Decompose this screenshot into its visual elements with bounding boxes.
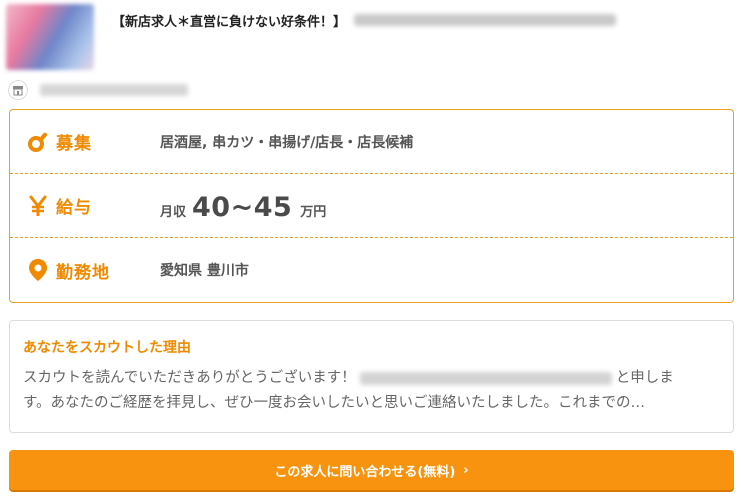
- chevron-right-icon: ›: [463, 462, 469, 478]
- salary-amount: 40~45: [192, 192, 293, 223]
- salary-row: 給与 月収 40~45 万円: [10, 174, 733, 238]
- shop-row: [8, 80, 188, 100]
- recruit-value: 居酒屋, 串カツ・串揚げ/店長・店長候補: [160, 134, 414, 151]
- job-title-redacted: [354, 14, 617, 26]
- scout-line-1-end: と申しま: [615, 370, 674, 386]
- inquire-button-label: この求人に問い合わせる(無料): [274, 464, 456, 480]
- scout-reason-card[interactable]: あなたをスカウトした理由 スカウトを読んでいただきありがとうございます！ と申し…: [9, 320, 734, 433]
- frying-pan-icon: [24, 128, 52, 156]
- shop-name-redacted: [40, 84, 188, 96]
- location-label: 勤務地: [56, 262, 110, 283]
- scout-line-2: す。あなたのご経歴を拝見し、ぜひ一度お会いしたいと思いご連絡いたしました。これま…: [23, 391, 720, 416]
- salary-prefix: 月収: [160, 205, 187, 220]
- map-pin-icon: [24, 256, 52, 284]
- salary-label: 給与: [56, 198, 92, 218]
- recruit-label: 募集: [56, 134, 92, 154]
- location-row: 勤務地 愛知県 豊川市: [10, 238, 733, 302]
- scout-reason-title: あなたをスカウトした理由: [23, 340, 191, 356]
- job-thumbnail-image[interactable]: [6, 4, 94, 70]
- scout-line-2-text: す。あなたのご経歴を拝見し、ぜひ一度お会いしたいと思いご連絡いたしました。これま…: [23, 395, 646, 411]
- salary-unit: 万円: [300, 205, 327, 220]
- salary-value: 月収 40~45 万円: [160, 192, 326, 223]
- yen-icon: [24, 192, 52, 220]
- scout-reason-text: スカウトを読んでいただきありがとうございます！ と申しま す。あなたのご経歴を拝…: [23, 366, 720, 416]
- location-value: 愛知県 豊川市: [160, 263, 249, 279]
- scout-line-1: スカウトを読んでいただきありがとうございます！ と申しま: [23, 366, 720, 391]
- job-title[interactable]: 【新店求人＊直営に負けない好条件！】: [112, 10, 617, 30]
- inquire-button[interactable]: この求人に問い合わせる(無料) ›: [9, 450, 734, 490]
- scout-line-1-start: スカウトを読んでいただきありがとうございます！: [23, 370, 356, 386]
- scout-sender-redacted: [359, 372, 612, 385]
- job-details-card: 募集 居酒屋, 串カツ・串揚げ/店長・店長候補 給与 月収 40~45 万円 勤…: [9, 109, 734, 303]
- recruit-row: 募集 居酒屋, 串カツ・串揚げ/店長・店長候補: [10, 110, 733, 174]
- job-title-text: 【新店求人＊直営に負けない好条件！】: [112, 14, 347, 30]
- shop-icon: [8, 80, 28, 100]
